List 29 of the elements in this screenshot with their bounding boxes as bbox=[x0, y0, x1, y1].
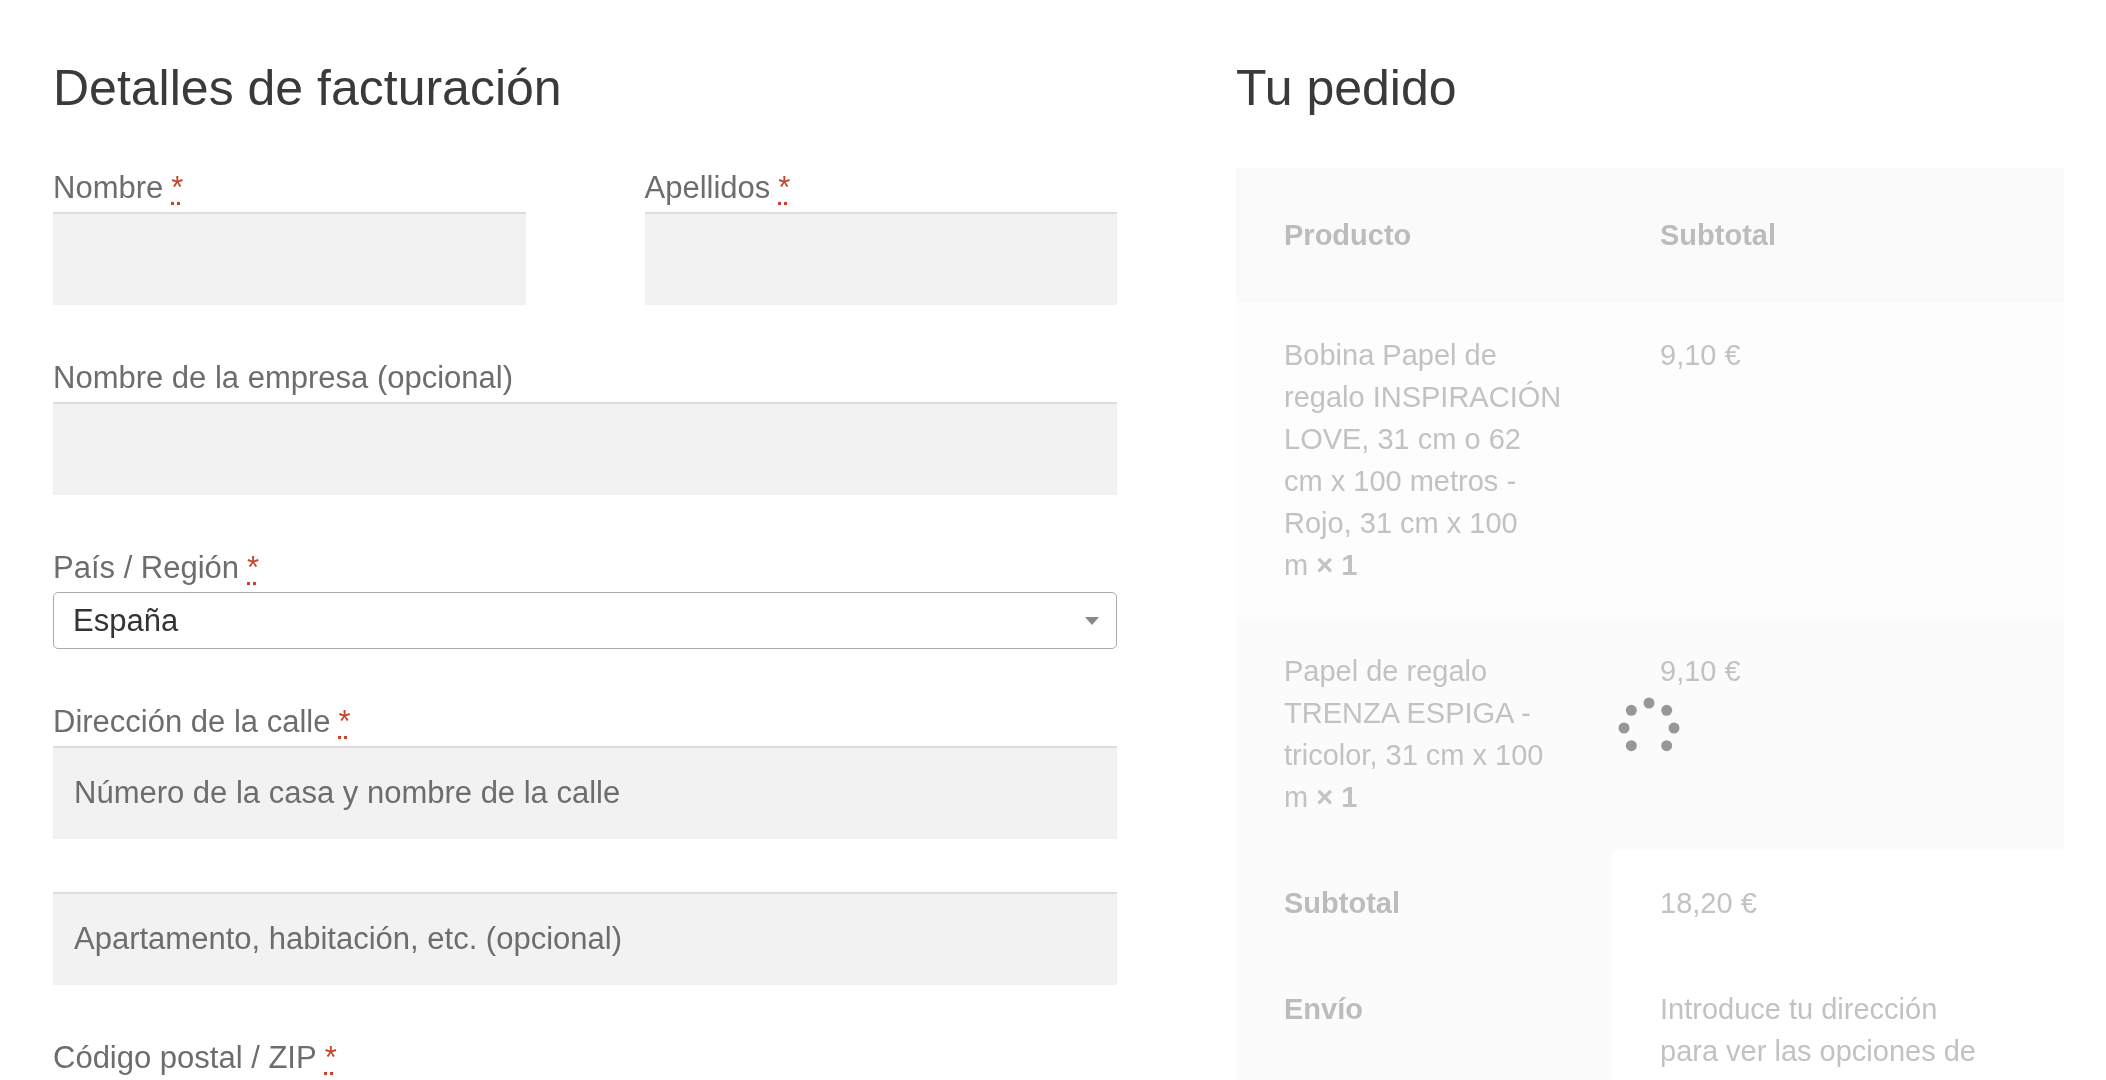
country-select[interactable]: España bbox=[53, 592, 1117, 649]
product-name: Papel de regalo TRENZA ESPIGA - tricolor, 31 cm x 100 m × 1 bbox=[1236, 618, 1612, 850]
input-field[interactable]: Apartamento, habitación, etc. (opcional) bbox=[53, 892, 1117, 985]
field-label: Nombre de la empresa (opcional) bbox=[53, 360, 514, 395]
caret-icon bbox=[1085, 616, 1099, 625]
column-header: Producto bbox=[1236, 168, 1612, 302]
required-mark: * bbox=[247, 550, 260, 585]
table-cell: 18,20 € bbox=[1612, 850, 2064, 956]
column-header: Subtotal bbox=[1612, 168, 2064, 302]
required-mark: * bbox=[778, 170, 791, 205]
price-text: 9,10 € bbox=[1612, 302, 2064, 618]
field-label: Código postal / ZIP bbox=[53, 1040, 317, 1075]
section-title: Detalles de facturación bbox=[53, 59, 563, 118]
input-field[interactable]: Número de la casa y nombre de la calle bbox=[53, 746, 1117, 839]
field-label: Nombre bbox=[53, 170, 164, 205]
input-field[interactable] bbox=[644, 212, 1117, 305]
required-mark: * bbox=[338, 704, 351, 739]
row-header: Subtotal bbox=[1236, 850, 1612, 956]
price-text: 9,10 € bbox=[1612, 618, 2064, 850]
field-label: País / Región bbox=[53, 550, 240, 585]
field-label: Dirección de la calle bbox=[53, 704, 331, 739]
section-title: Tu pedido bbox=[1236, 59, 1458, 118]
input-field[interactable] bbox=[53, 212, 526, 305]
row-header: Envío bbox=[1236, 956, 1612, 1080]
field-label: Apellidos bbox=[644, 170, 771, 205]
product-name: Bobina Papel de regalo INSPIRACIÓN LOVE, 31 cm o 62 cm x 100 metros - Rojo, 31 cm x 100 m × 1 bbox=[1236, 302, 1612, 618]
required-mark: * bbox=[324, 1040, 337, 1075]
required-mark: * bbox=[171, 170, 184, 205]
input-field[interactable] bbox=[53, 402, 1117, 495]
